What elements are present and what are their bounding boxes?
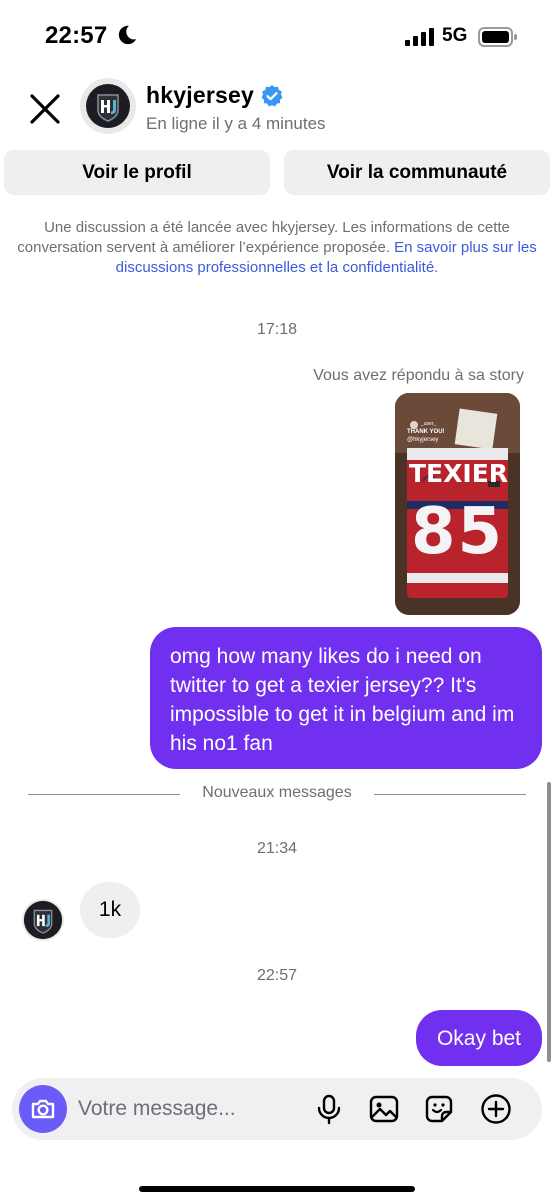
story-reply-label: Vous avez répondu à sa story <box>313 367 524 384</box>
jersey-number: 85 <box>410 495 505 569</box>
chat-header: hkyjersey En ligne il y a 4 minutes <box>0 72 554 148</box>
verified-badge-icon <box>261 85 283 107</box>
plus-icon[interactable] <box>480 1093 512 1125</box>
online-status: En ligne il y a 4 minutes <box>146 114 326 133</box>
battery-icon <box>478 27 517 47</box>
timestamp: 22:57 <box>256 967 298 984</box>
disclaimer-end: . <box>434 259 439 276</box>
sticker-icon[interactable] <box>423 1093 455 1125</box>
incoming-message[interactable]: 1k <box>80 882 140 938</box>
story-handle: _user_ <box>421 421 437 427</box>
moon-icon <box>118 25 137 45</box>
signal-icon <box>405 28 434 46</box>
close-icon[interactable] <box>24 88 66 130</box>
view-community-button[interactable]: Voir la communauté <box>284 150 550 195</box>
business-disclaimer: Une discussion a été lancée avec hkyjers… <box>12 218 542 278</box>
sender-avatar[interactable] <box>22 899 64 941</box>
avatar[interactable] <box>80 78 136 134</box>
scrollbar[interactable] <box>547 782 551 1062</box>
view-profile-button[interactable]: Voir le profil <box>4 150 270 195</box>
divider-line-right <box>374 794 526 795</box>
jersey-name: TEXIER <box>409 459 509 488</box>
hj-logo-icon <box>23 900 63 940</box>
status-bar: 22:57 5G <box>0 0 554 72</box>
new-messages-label: Nouveaux messages <box>202 784 352 801</box>
timestamp: 17:18 <box>256 321 298 338</box>
story-caption: THANK YOU! <box>407 429 445 435</box>
camera-button[interactable] <box>19 1085 67 1133</box>
status-time: 22:57 <box>45 22 108 49</box>
story-mention: @hkyjersey <box>407 437 439 443</box>
hj-logo-icon <box>86 84 130 128</box>
camera-icon <box>31 1099 55 1119</box>
home-indicator[interactable] <box>139 1186 415 1192</box>
network-label: 5G <box>442 25 468 46</box>
username[interactable]: hkyjersey <box>146 82 254 109</box>
microphone-icon[interactable] <box>313 1093 345 1125</box>
story-thumbnail[interactable]: _user_ THANK YOU! @hkyjersey TEXIER 85 <box>395 393 520 615</box>
image-icon[interactable] <box>368 1093 400 1125</box>
message-input[interactable] <box>78 1090 298 1128</box>
message-composer <box>12 1078 542 1140</box>
timestamp: 21:34 <box>256 840 298 857</box>
new-messages-divider: Nouveaux messages <box>28 784 526 806</box>
outgoing-message[interactable]: omg how many likes do i need on twitter … <box>150 627 542 769</box>
outgoing-message[interactable]: Okay bet <box>416 1010 542 1066</box>
